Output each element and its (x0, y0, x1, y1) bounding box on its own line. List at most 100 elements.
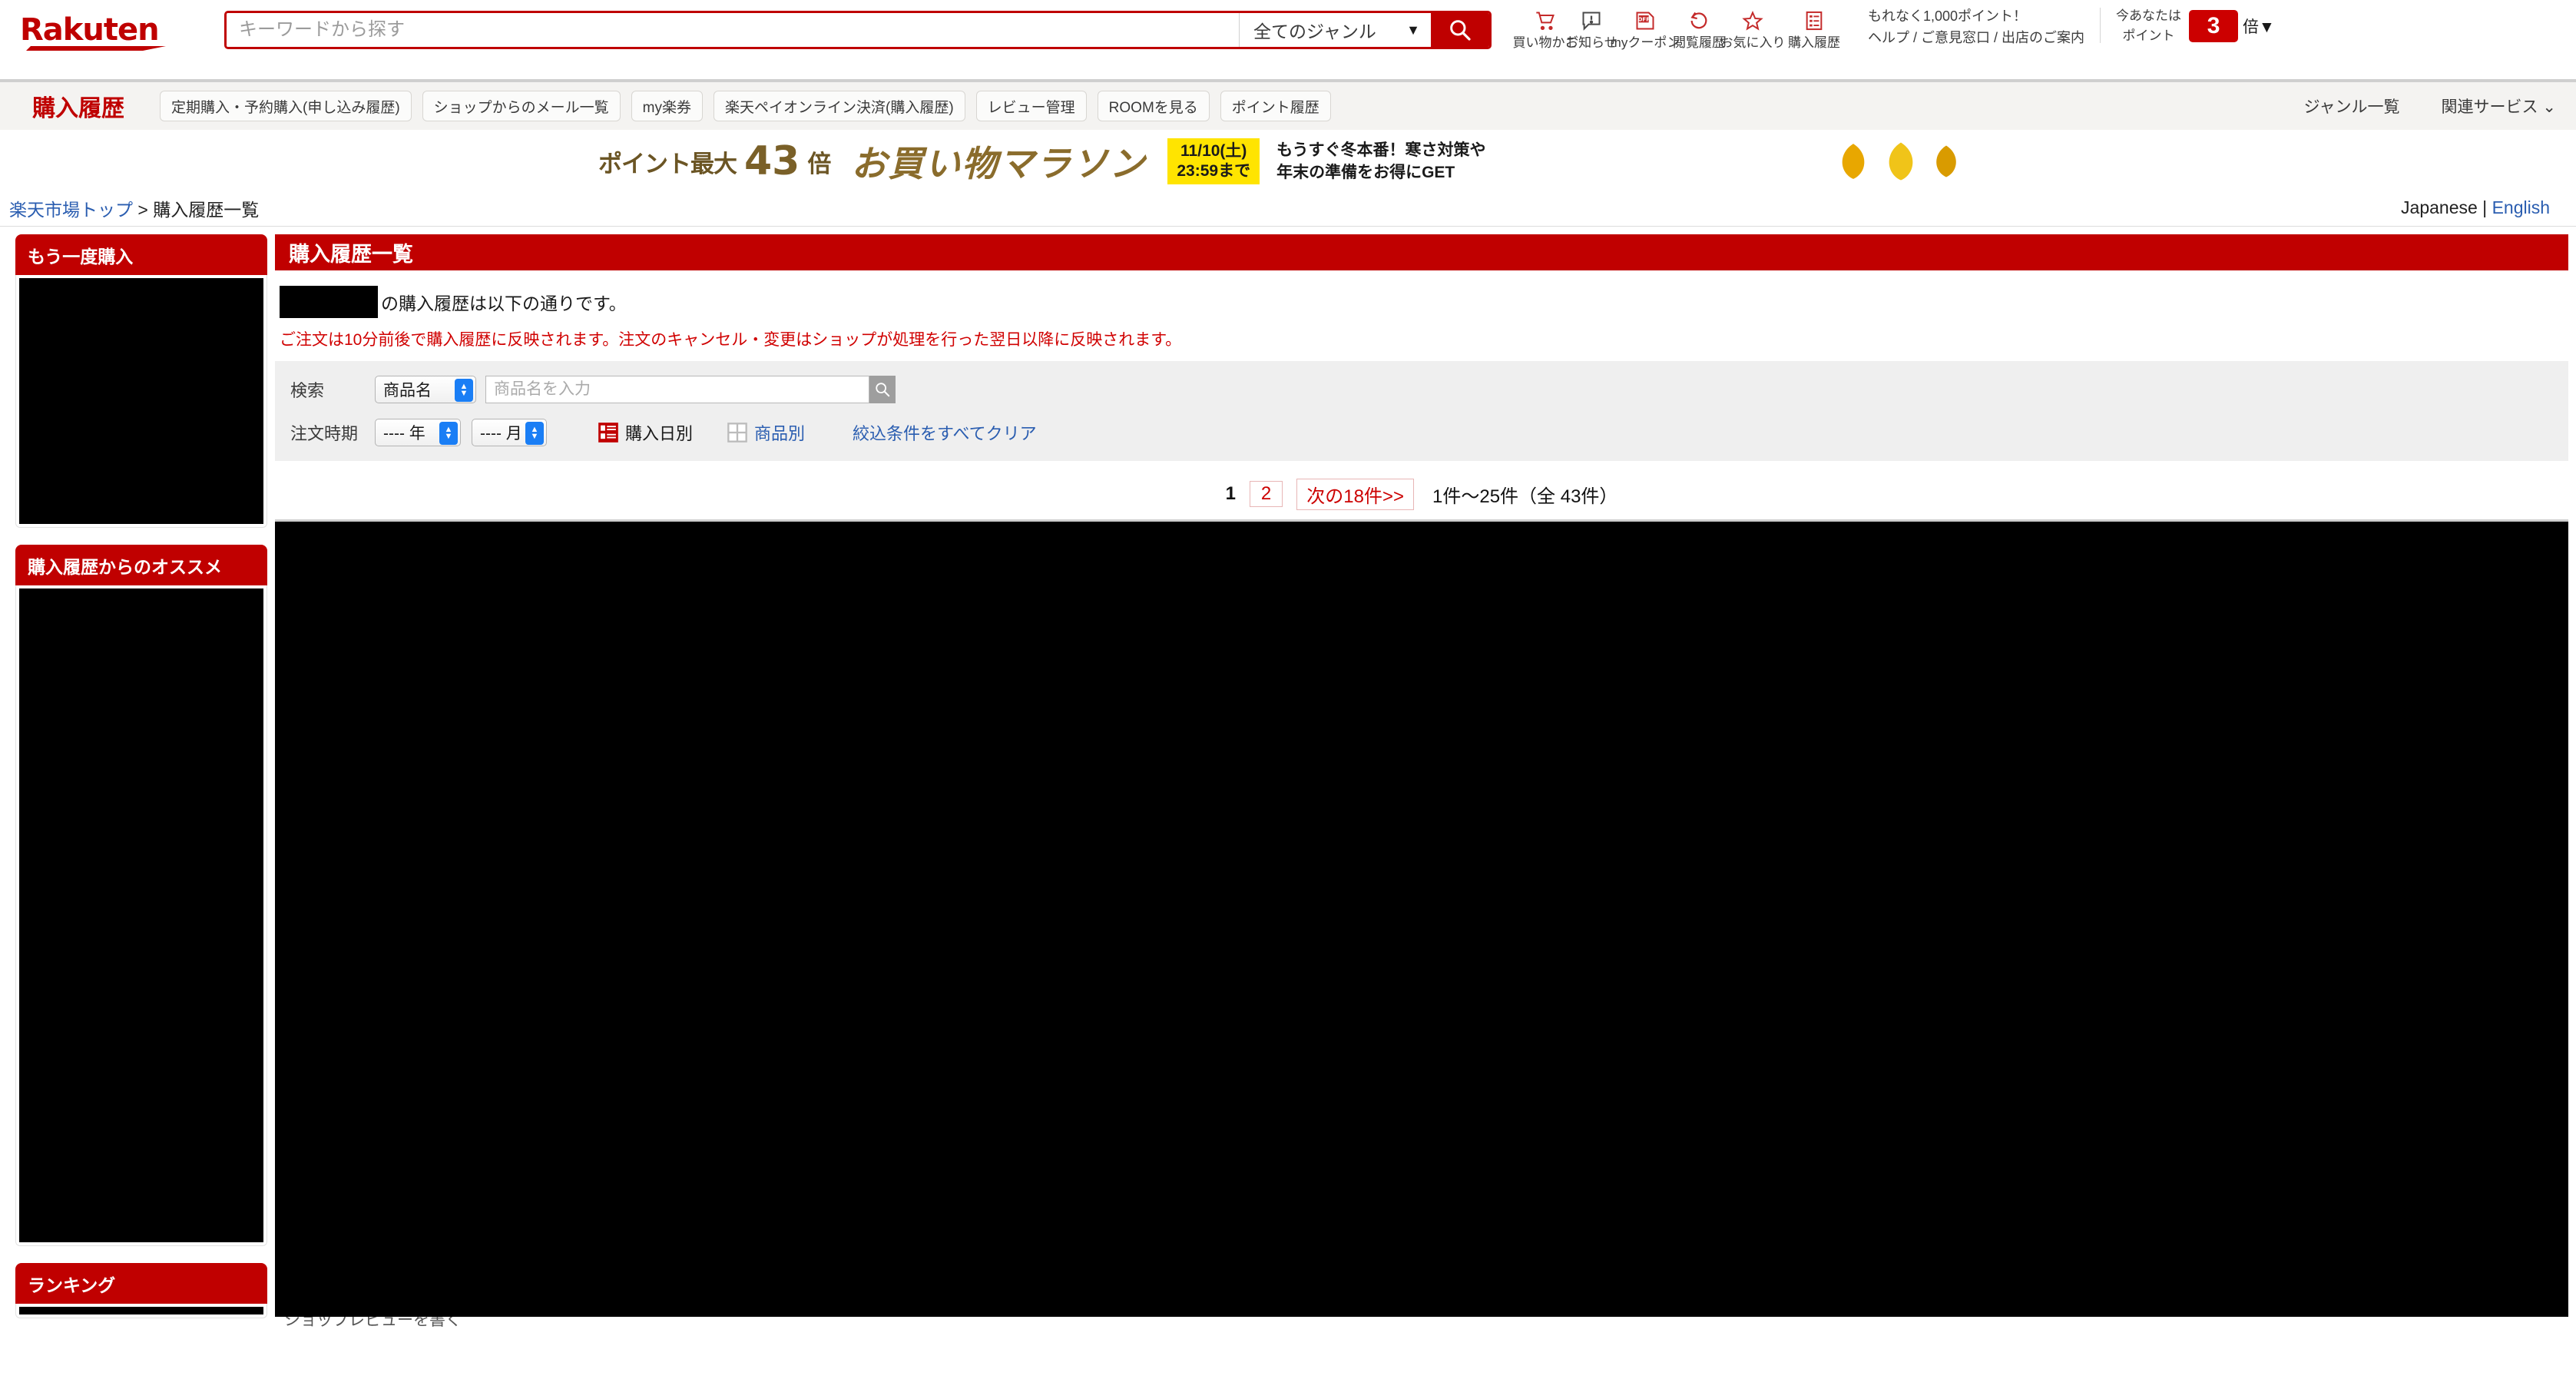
sidebar-product-image[interactable] (19, 1307, 263, 1314)
header-icon-notice[interactable]: お知らせ (1565, 2, 1617, 51)
genre-select[interactable]: 全てのジャンル ▼ (1239, 13, 1431, 47)
sidebar-product-image[interactable] (19, 278, 263, 524)
search-icon (1450, 20, 1471, 41)
nav-button-shop-mail[interactable]: ショップからのメール一覧 (422, 91, 621, 121)
rakuten-logo[interactable]: Rakuten (20, 12, 190, 51)
open-shop-link[interactable]: 出店のご案内 (2002, 30, 2084, 45)
points-label-line2: ポイント (2122, 28, 2175, 43)
partial-bottom-row: ショップレビューを書く (275, 1317, 2568, 1334)
sidebar-card-title: ランキング (15, 1263, 267, 1304)
pagination-page-2[interactable]: 2 (1249, 481, 1283, 507)
header-icon-coupon[interactable]: OFF myクーポン (1611, 2, 1680, 51)
nav-button-point-history[interactable]: ポイント履歴 (1220, 91, 1331, 121)
sidebar-card-body[interactable] (15, 275, 267, 528)
marathon-campaign-banner[interactable]: ポイント最大 43 倍 お買い物マラソン 11/10(土) 23:59まで もう… (558, 135, 2018, 187)
clear-filters-link[interactable]: 絞込条件をすべてクリア (853, 420, 1037, 445)
language-separator: | (2477, 197, 2492, 217)
history-icon (1688, 7, 1710, 35)
nav-button-rakuten-pay[interactable]: 楽天ペイオンライン決済(購入履歴) (714, 91, 965, 121)
header-icon-purchase-history[interactable]: 購入履歴 (1783, 2, 1845, 51)
sidebar-card-title: 購入履歴からのオススメ (15, 545, 267, 585)
nav-link-related-services[interactable]: 関連サービス ⌄ (2442, 94, 2556, 118)
points-label-line1: 今あなたは (2116, 8, 2182, 23)
header-icon-browse-history[interactable]: 閲覧履歴 (1673, 2, 1725, 51)
points-multiplier-badge: 3 (2189, 9, 2239, 42)
header-icon-cart[interactable]: 買い物かご (1513, 2, 1578, 51)
nav-button-review-mgmt[interactable]: レビュー管理 (975, 91, 1087, 121)
order-month-select[interactable]: ---- 月 ▲ ▼ (472, 419, 547, 446)
promo-banner-row: ポイント最大 43 倍 お買い物マラソン 11/10(土) 23:59まで もう… (0, 130, 2576, 190)
search-input[interactable] (227, 13, 1239, 47)
header-icon-label: myクーポン (1610, 35, 1680, 50)
filter-panel: 検索 商品名 ▲▼ 注文時期 ---- 年 ▲▼ (275, 361, 2568, 461)
points-multiplier-widget[interactable]: 今あなたは ポイント 3 倍▼ (2116, 6, 2275, 45)
main-content: 購入履歴一覧 の購入履歴は以下の通りです。 ご注文は10分前後で購入履歴に反映さ… (267, 234, 2576, 1334)
filter-search-label: 検索 (290, 381, 325, 400)
favorite-star-icon (1741, 7, 1764, 35)
breadcrumb-separator: > (133, 199, 154, 220)
nav-button-room[interactable]: ROOMを見る (1097, 91, 1210, 121)
coupon-icon: OFF (1634, 7, 1657, 35)
breadcrumb-home-link[interactable]: 楽天市場トップ (9, 200, 133, 220)
sidebar-card-title: もう一度購入 (15, 234, 267, 275)
breadcrumb: 楽天市場トップ > 購入履歴一覧 (9, 195, 259, 221)
sidebar-card-body[interactable] (15, 585, 267, 1246)
language-japanese: Japanese (2401, 197, 2478, 217)
banner-points-value: 43 (744, 138, 800, 184)
sidebar-product-image[interactable] (19, 588, 263, 1242)
banner-copy: もうすぐ冬本番！寒さ対策や 年末の準備をお得にGET (1276, 139, 1485, 184)
pagination-next-button[interactable]: 次の18件>> (1296, 478, 1415, 510)
header-icon-favorites[interactable]: お気に入り (1720, 2, 1786, 51)
local-navigation: 購入履歴 定期購入・予約購入(申し込み履歴) ショップからのメール一覧 my楽券… (0, 82, 2576, 130)
order-year-select[interactable]: ---- 年 ▲ ▼ (375, 419, 461, 446)
order-results-list[interactable] (275, 519, 2568, 1317)
points-suffix: 倍 (2243, 18, 2260, 36)
sidebar-card-recommendations: 購入履歴からのオススメ (15, 545, 267, 1246)
nav-link-genre-list[interactable]: ジャンル一覧 (2304, 94, 2400, 118)
view-by-item-toggle[interactable]: 商品別 (727, 420, 805, 445)
help-link[interactable]: ヘルプ (1868, 30, 1909, 45)
banner-campaign-name: お買い物マラソン (851, 143, 1147, 184)
nav-button-subscription[interactable]: 定期購入・予約購入(申し込み履歴) (160, 91, 412, 121)
feedback-link[interactable]: ご意見窓口 (1921, 30, 1990, 45)
view-by-date-toggle[interactable]: 購入日別 (598, 420, 693, 445)
header-divider (2100, 8, 2101, 43)
product-name-input[interactable] (485, 376, 869, 403)
help-sep: / (1909, 29, 1922, 45)
intro-row: の購入履歴は以下の通りです。 (280, 286, 2568, 318)
local-nav-title: 購入履歴 (32, 96, 124, 121)
nav-button-my-rakuken[interactable]: my楽券 (631, 91, 703, 121)
pagination-current-page: 1 (1225, 483, 1236, 504)
search-button[interactable] (1431, 13, 1489, 47)
promo-points-text: もれなく1,000ポイント！ (1868, 8, 2028, 24)
nav-link-related-services-label: 関連サービス (2441, 98, 2538, 116)
pagination: 1 2 次の18件>> 1件〜25件（全 43件） (275, 478, 2568, 510)
filter-period-row: 注文時期 ---- 年 ▲ ▼ ---- 月 ▲ ▼ 購入日別 商品別 絞込条件… (290, 415, 2568, 450)
write-shop-review-label: ショップレビューを書く (284, 1317, 462, 1329)
sidebar-card-buy-again: もう一度購入 (15, 234, 267, 528)
search-type-select[interactable]: 商品名 ▲ ▼ (375, 376, 476, 403)
global-search-bar[interactable]: 全てのジャンル ▼ (224, 11, 1492, 49)
banner-deadline: 11/10(土) 23:59まで (1167, 138, 1260, 185)
list-by-date-icon (598, 423, 618, 443)
order-notice-text: ご注文は10分前後で購入履歴に反映されます。注文のキャンセル・変更はショップが処… (280, 331, 1182, 349)
filter-search-button[interactable] (869, 376, 896, 403)
chevron-down-icon: ▼ (1406, 22, 1420, 38)
sidebar-card-ranking: ランキング (15, 1263, 267, 1318)
sidebar: もう一度購入 購入履歴からのオススメ ランキング (0, 234, 267, 1335)
header-icon-group: 買い物かご お知らせ OFF myクーポン 閲覧履歴 お気に入り 購入履歴 (1513, 2, 1845, 51)
filter-search-row: 検索 商品名 ▲ ▼ (290, 372, 2568, 407)
header-icon-label: 購入履歴 (1788, 35, 1840, 50)
page-title: 購入履歴一覧 (275, 234, 2568, 270)
global-header: Rakuten 全てのジャンル ▼ 買い物かご (0, 0, 2576, 79)
cart-icon (1534, 7, 1557, 35)
banner-points-suffix: 倍 (807, 150, 832, 177)
order-year-value: ---- 年 (383, 425, 425, 443)
language-english-link[interactable]: English (2492, 197, 2550, 217)
view-by-date-label: 購入日別 (625, 424, 694, 443)
magnifier-icon (876, 383, 890, 397)
sidebar-card-body[interactable] (15, 1304, 267, 1318)
stepper-arrows-icon: ▲ ▼ (439, 422, 458, 445)
svg-text:Rakuten: Rakuten (20, 12, 159, 48)
ginkgo-leaf-decoration (1833, 138, 1964, 184)
